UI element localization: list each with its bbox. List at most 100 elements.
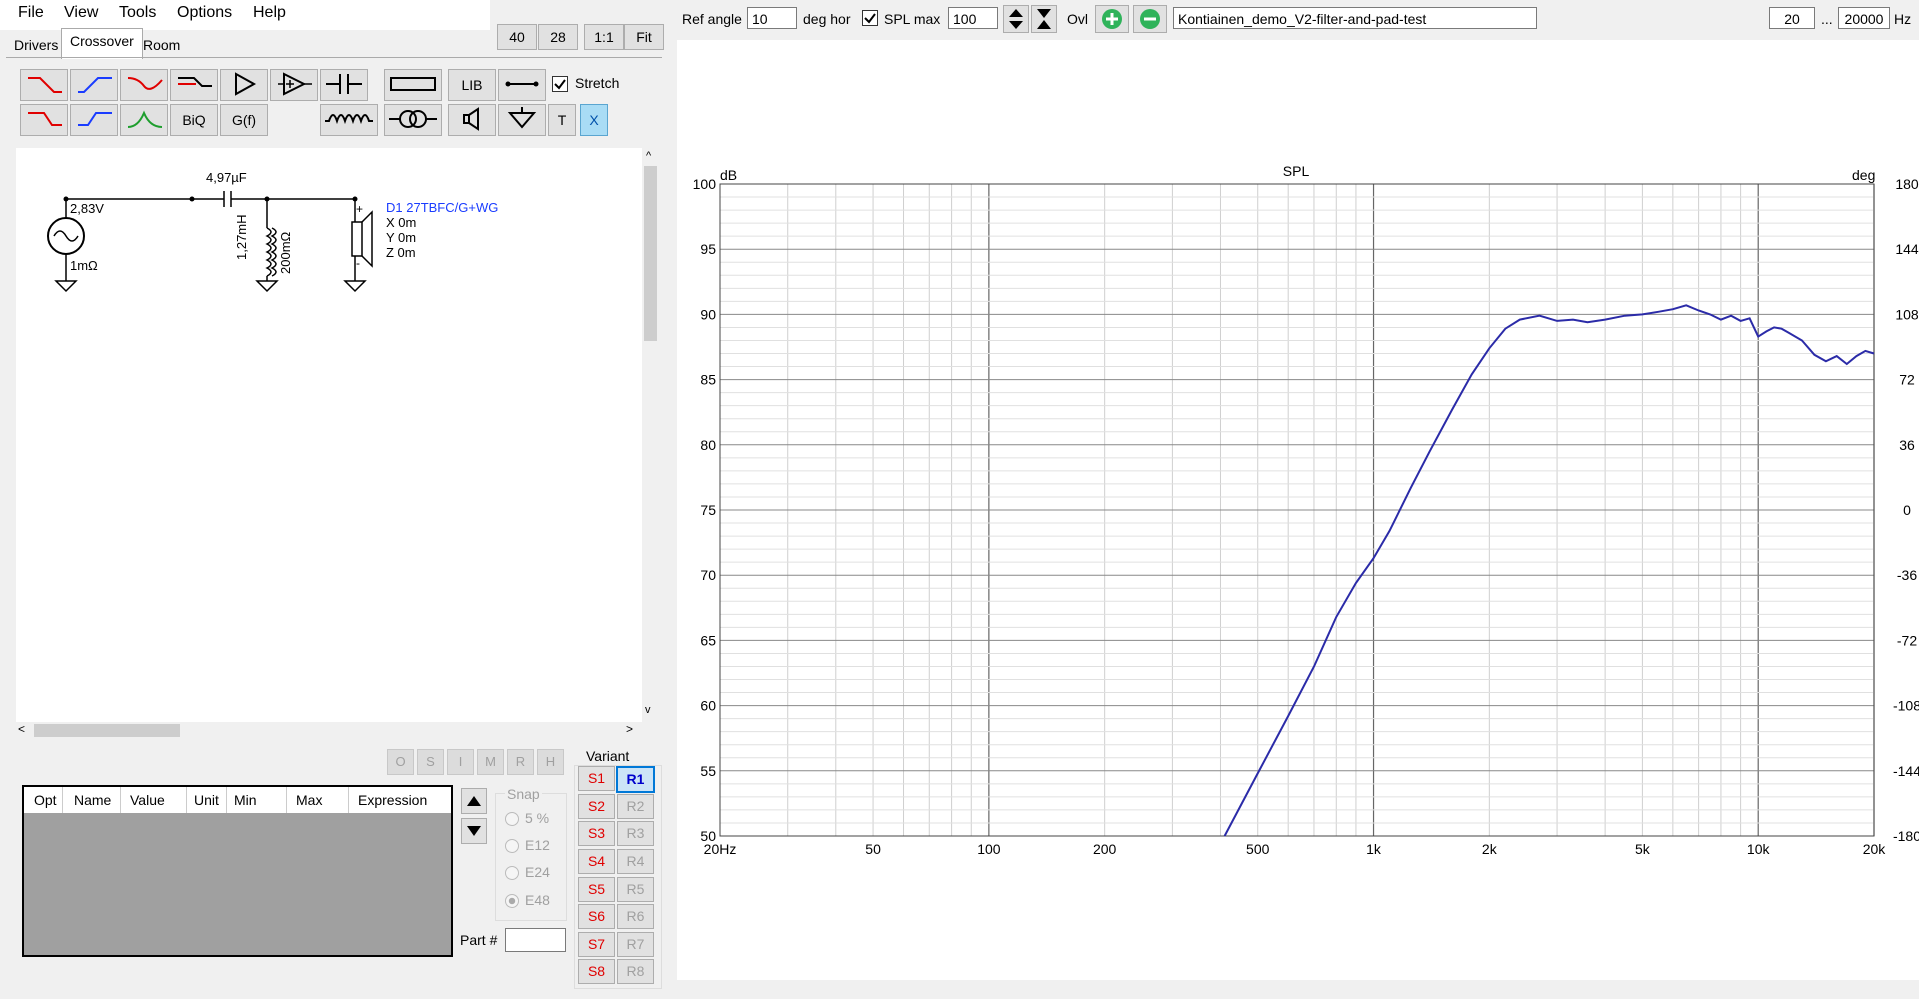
notch-red-button[interactable] [120,69,168,101]
lowpass-red-button[interactable] [20,69,68,101]
menu-help[interactable]: Help [253,4,286,22]
overlay-name-input[interactable]: Kontiainen_demo_V2-filter-and-pad-test [1173,7,1537,29]
variant-s4-button[interactable]: S4 [578,849,615,874]
text-button[interactable]: T [548,104,576,136]
snap-e24-radio[interactable]: E24 [505,864,550,881]
resistor-button[interactable] [384,69,442,101]
zoom-40-button[interactable]: 40 [497,24,537,50]
stretch-checkbox[interactable] [552,76,568,92]
variant-r4-button[interactable]: R4 [617,849,654,874]
variant-r6-button[interactable]: R6 [617,904,654,929]
wire-button[interactable] [498,69,546,101]
opt-s-button[interactable]: S [417,749,444,775]
menu-tools[interactable]: Tools [119,4,156,22]
variant-r7-button[interactable]: R7 [617,932,654,957]
schematic-horizontal-scrollbar[interactable]: < > [16,722,642,739]
highpass-blue-button[interactable] [70,69,118,101]
variant-s3-button[interactable]: S3 [578,821,615,846]
overlay-add-button[interactable] [1095,5,1129,33]
snap-5pct-radio[interactable]: 5 % [505,810,549,827]
variant-s5-button[interactable]: S5 [578,877,615,902]
snap-e12-radio[interactable]: E12 [505,837,550,854]
spl-max-input[interactable]: 100 [948,7,998,29]
freq-max-input[interactable]: 20000 [1838,7,1890,29]
shelf-button[interactable] [170,69,218,101]
col-value[interactable]: Value [130,792,165,808]
highpass2-blue-button[interactable] [70,104,118,136]
variant-r5-button[interactable]: R5 [617,877,654,902]
col-max[interactable]: Max [296,792,322,808]
menu-file[interactable]: File [18,4,44,22]
move-down-button[interactable] [461,818,487,844]
transfer-function-button[interactable]: G(f) [220,104,268,136]
zoom-fit-button[interactable]: Fit [624,24,664,50]
col-name[interactable]: Name [74,792,111,808]
variant-s1-button[interactable]: S1 [578,766,615,791]
vertical-scroll-thumb[interactable] [644,166,657,341]
parameter-table[interactable]: Opt Name Value Unit Min Max Expression [22,785,453,957]
schematic-vertical-scrollbar[interactable]: ^ v [642,148,659,722]
overlay-remove-button[interactable] [1133,5,1167,33]
bandpass-green-button[interactable] [120,104,168,136]
horizontal-scroll-thumb[interactable] [34,724,180,737]
variant-r1-button[interactable]: R1 [616,766,655,793]
opt-r-button[interactable]: R [507,749,534,775]
library-button[interactable]: LIB [448,69,496,101]
move-up-button[interactable] [461,788,487,814]
col-unit[interactable]: Unit [194,792,219,808]
variant-s6-button[interactable]: S6 [578,904,615,929]
transformer-button[interactable] [384,104,442,136]
col-divider [348,787,349,813]
opamp-button[interactable] [270,69,318,101]
y-tick-label: 60 [700,698,716,714]
variant-r2-button[interactable]: R2 [617,794,654,819]
opt-h-button[interactable]: H [537,749,564,775]
scroll-left-icon[interactable]: < [18,722,25,736]
variant-s7-button[interactable]: S7 [578,932,615,957]
menu-view[interactable]: View [64,4,98,22]
menu-options[interactable]: Options [177,4,232,22]
col-divider [286,787,287,813]
tab-room[interactable]: Room [135,33,188,57]
variant-r8-button[interactable]: R8 [617,959,654,984]
biquad-button[interactable]: BiQ [170,104,218,136]
col-opt[interactable]: Opt [34,792,57,808]
shelf-icon [178,77,212,87]
scroll-up-icon[interactable]: ^ [646,150,651,162]
schematic-drawing [47,191,373,293]
freq-min-input[interactable]: 20 [1769,7,1815,29]
variant-s8-button[interactable]: S8 [578,959,615,984]
x-tick-label: 1k [1366,841,1382,857]
driver-name-label[interactable]: D1 27TBFC/G+WG [386,200,498,215]
spl-spin-button[interactable] [1003,5,1029,33]
opt-i-button[interactable]: I [447,749,474,775]
x-button[interactable]: X [580,104,608,136]
ref-angle-input[interactable]: 10 [747,7,797,29]
capacitor-button[interactable] [320,69,368,101]
snap-e48-radio[interactable]: E48 [505,892,550,909]
zoom-28-button[interactable]: 28 [538,24,578,50]
spl-max-checkbox[interactable] [862,10,878,26]
variant-r3-button[interactable]: R3 [617,821,654,846]
driver-button[interactable] [448,104,496,136]
spl-chart[interactable]: 100 180 95 144 90 108 85 72 80 36 75 0 70 -36 65 -72 60 -… [677,40,1919,980]
opt-m-button[interactable]: M [477,749,504,775]
col-min[interactable]: Min [234,792,257,808]
part-number-input[interactable] [505,928,566,952]
inductor-button[interactable] [320,104,378,136]
lowpass2-red-button[interactable] [20,104,68,136]
amplifier-button[interactable] [220,69,268,101]
col-expression[interactable]: Expression [358,792,427,808]
zoom-1to1-button[interactable]: 1:1 [584,24,624,50]
scroll-down-icon[interactable]: v [645,704,651,716]
spl-autoscale-button[interactable] [1031,5,1057,33]
opt-o-button[interactable]: O [387,749,414,775]
y2-tick-label: 108 [1895,306,1919,322]
x-tick-label: 500 [1246,841,1270,857]
schematic-canvas[interactable]: 2,83V 1mΩ 4,97µF 1,27mH 200mΩ + - D1 27T… [16,148,642,722]
tab-crossover[interactable]: Crossover [61,28,143,59]
variant-s2-button[interactable]: S2 [578,794,615,819]
tab-drivers[interactable]: Drivers [6,33,66,57]
ground-button[interactable] [498,104,546,136]
scroll-right-icon[interactable]: > [626,722,633,736]
